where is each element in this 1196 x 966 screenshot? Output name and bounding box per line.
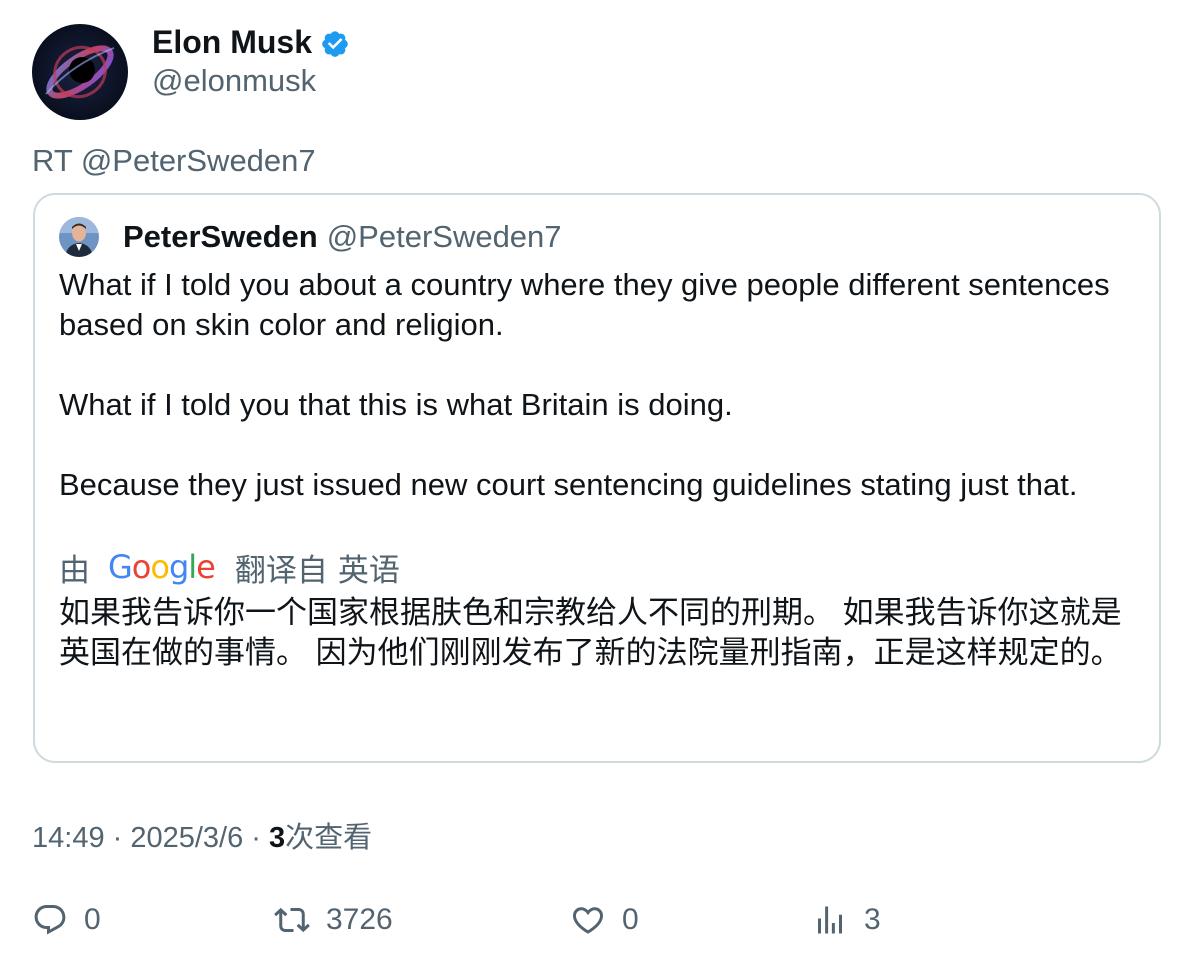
tweet-meta: 14:49 · 2025/3/6 · 3次查看 xyxy=(32,814,372,856)
author-name-row[interactable]: Elon Musk xyxy=(152,24,350,60)
translation-attribution: 由 Google 翻译自 英语 xyxy=(59,547,400,588)
views-label: 次查看 xyxy=(285,822,373,854)
reply-count: 0 xyxy=(84,903,101,936)
quoted-tweet-header: PeterSweden @PeterSweden7 xyxy=(59,217,562,257)
tweet-author: Elon Musk @elonmusk xyxy=(32,24,350,120)
views-button[interactable]: 3 xyxy=(812,898,881,942)
quoted-tweet-text: What if I told you about a country where… xyxy=(59,265,1139,505)
tweet-time[interactable]: 14:49 xyxy=(32,822,105,854)
like-count: 0 xyxy=(622,903,639,936)
author-names: Elon Musk @elonmusk xyxy=(152,24,350,99)
heart-icon xyxy=(572,907,604,934)
quoted-paragraph: What if I told you that this is what Bri… xyxy=(59,387,733,422)
quoted-paragraph: What if I told you about a country where… xyxy=(59,267,1110,342)
analytics-bars-icon xyxy=(818,906,842,934)
quoted-paragraph: Because they just issued new court sente… xyxy=(59,467,1078,502)
verified-badge-icon xyxy=(322,31,348,57)
author-handle[interactable]: @elonmusk xyxy=(152,63,350,99)
retweet-button[interactable]: 3726 xyxy=(274,898,393,942)
tweet-date[interactable]: 2025/3/6 xyxy=(130,822,243,854)
reply-button[interactable]: 0 xyxy=(32,898,101,942)
views-count: 3 xyxy=(269,822,286,854)
translated-from-label: 翻译自 xyxy=(234,552,328,588)
reply-icon xyxy=(34,905,66,935)
views-action-count: 3 xyxy=(864,903,881,936)
black-hole-avatar-icon xyxy=(32,24,128,120)
google-logo-icon: Google xyxy=(108,548,216,586)
tweet-text-retweet-line: RT @PeterSweden7 xyxy=(32,143,316,178)
quoted-tweet-card[interactable]: PeterSweden @PeterSweden7 What if I told… xyxy=(33,193,1161,763)
author-display-name[interactable]: Elon Musk xyxy=(152,24,312,61)
translated-by-label: 由 xyxy=(59,552,90,588)
translated-text: 如果我告诉你一个国家根据肤色和宗教给人不同的刑期。 如果我告诉你这就是英国在做的… xyxy=(59,595,1122,670)
tweet-action-bar: 0 3726 0 3 xyxy=(32,898,1132,942)
quoted-author-handle: @PeterSweden7 xyxy=(326,219,562,254)
author-avatar[interactable] xyxy=(32,24,128,120)
quoted-author-avatar[interactable] xyxy=(59,217,99,257)
like-button[interactable]: 0 xyxy=(570,898,639,942)
retweet-icon xyxy=(274,907,310,933)
quoted-author-display-name: PeterSweden xyxy=(123,219,318,254)
meta-separator: · xyxy=(243,822,270,854)
retweet-count: 3726 xyxy=(326,903,393,936)
source-language: 英语 xyxy=(337,552,400,588)
meta-separator: · xyxy=(104,822,131,854)
person-avatar-icon xyxy=(59,217,99,257)
